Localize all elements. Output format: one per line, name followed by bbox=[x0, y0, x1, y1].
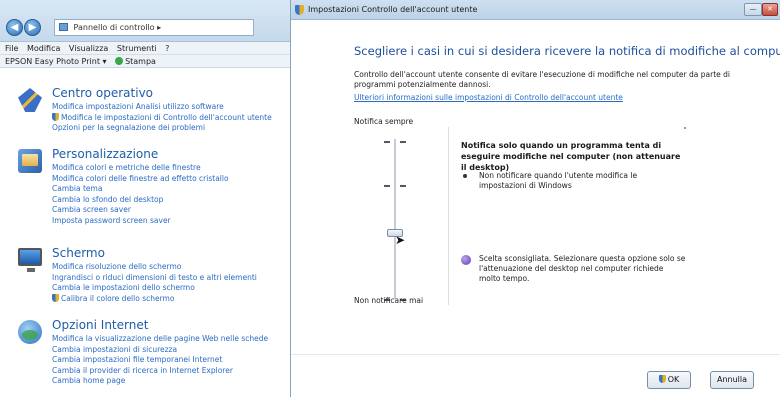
slider-tick bbox=[400, 141, 406, 143]
recommendation-icon bbox=[461, 255, 471, 265]
shield-icon bbox=[658, 375, 666, 383]
category-link[interactable]: Cambia il provider di ricerca in Interne… bbox=[52, 366, 268, 377]
dialog-body: Scegliere i casi in cui si desidera rice… bbox=[291, 20, 780, 397]
category-link[interactable]: Cambia impostazioni di sicurezza bbox=[52, 345, 268, 356]
category-link[interactable]: Modifica impostazioni Analisi utilizzo s… bbox=[52, 102, 272, 113]
control-panel-icon bbox=[59, 23, 68, 31]
slider-tick bbox=[384, 141, 390, 143]
category-link[interactable]: Opzioni per la segnalazione dei problemi bbox=[52, 123, 272, 134]
shield-icon bbox=[52, 112, 59, 121]
monitor-icon bbox=[18, 248, 42, 272]
more-info-link[interactable]: Ulteriori informazioni sulle impostazion… bbox=[354, 93, 623, 102]
menu-bar: File Modifica Visualizza Strumenti ? bbox=[0, 42, 290, 55]
epson-dropdown-icon[interactable]: ▾ bbox=[103, 57, 107, 66]
dialog-heading: Scegliere i casi in cui si desidera rice… bbox=[354, 44, 780, 58]
setting-description-panel: Notifica solo quando un programma tenta … bbox=[448, 127, 690, 305]
address-text: Pannello di controllo bbox=[73, 23, 155, 32]
flag-icon bbox=[18, 88, 42, 112]
footer-divider bbox=[291, 354, 780, 355]
personalization-icon bbox=[18, 149, 42, 173]
cancel-button[interactable]: Annulla bbox=[710, 371, 754, 389]
category-link[interactable]: Cambia tema bbox=[52, 184, 229, 195]
category-link-uac[interactable]: Modifica le impostazioni di Controllo de… bbox=[52, 112, 272, 124]
dialog-title: Impostazioni Controllo dell'account uten… bbox=[308, 5, 478, 14]
category-link[interactable]: Modifica risoluzione dello schermo bbox=[52, 262, 257, 273]
category-link[interactable]: Cambia home page bbox=[52, 376, 268, 387]
print-icon bbox=[115, 57, 124, 65]
slider-tick bbox=[384, 185, 390, 187]
epson-toolbar: EPSON Easy Photo Print ▾ Stampa bbox=[0, 55, 290, 68]
category-link[interactable]: Cambia le impostazioni dello schermo bbox=[52, 283, 257, 294]
epson-easy-photo-print-button[interactable]: EPSON Easy Photo Print bbox=[5, 57, 100, 66]
globe-icon bbox=[18, 320, 42, 344]
category-link[interactable]: Cambia screen saver bbox=[52, 205, 229, 216]
category-link[interactable]: Cambia lo sfondo del desktop bbox=[52, 195, 229, 206]
category-link[interactable]: Modifica la visualizzazione delle pagine… bbox=[52, 334, 268, 345]
ok-button[interactable]: OK bbox=[647, 371, 691, 389]
menu-file[interactable]: File bbox=[5, 44, 18, 53]
bullet-icon bbox=[463, 174, 467, 178]
slider-top-label: Notifica sempre bbox=[354, 117, 414, 126]
control-panel-titlebar: ◀ ▶ Pannello di controllo ▸ bbox=[0, 0, 290, 42]
dialog-titlebar[interactable]: Impostazioni Controllo dell'account uten… bbox=[291, 0, 780, 20]
category-title[interactable]: Centro operativo bbox=[52, 86, 153, 100]
category-title[interactable]: Schermo bbox=[52, 246, 105, 260]
control-panel-window: ◀ ▶ Pannello di controllo ▸ File Modific… bbox=[0, 0, 290, 397]
setting-title: Notifica solo quando un programma tenta … bbox=[461, 141, 681, 172]
menu-help[interactable]: ? bbox=[165, 44, 169, 53]
setting-detail: Non notificare quando l'utente modifica … bbox=[479, 171, 638, 190]
breadcrumb-chevron-icon: ▸ bbox=[157, 23, 162, 32]
dialog-description: Controllo dell'account utente consente d… bbox=[354, 70, 730, 89]
slider-tick bbox=[400, 185, 406, 187]
menu-visualizza[interactable]: Visualizza bbox=[69, 44, 108, 53]
uac-shield-icon bbox=[295, 5, 304, 15]
category-link[interactable]: Modifica colori e metriche delle finestr… bbox=[52, 163, 229, 174]
stampa-button[interactable]: Stampa bbox=[125, 57, 156, 66]
category-link[interactable]: Cambia impostazioni file temporanei Inte… bbox=[52, 355, 268, 366]
category-link[interactable]: Imposta password screen saver bbox=[52, 216, 229, 227]
address-bar[interactable]: Pannello di controllo ▸ bbox=[54, 19, 254, 36]
category-title[interactable]: Opzioni Internet bbox=[52, 318, 148, 332]
close-button[interactable]: ✕ bbox=[762, 3, 778, 16]
mouse-cursor-icon: ➤ bbox=[395, 233, 406, 247]
category-link[interactable]: Ingrandisci o riduci dimensioni di testo… bbox=[52, 273, 257, 284]
category-link[interactable]: Modifica colori delle finestre ad effett… bbox=[52, 174, 229, 185]
menu-strumenti[interactable]: Strumenti bbox=[117, 44, 157, 53]
menu-modifica[interactable]: Modifica bbox=[27, 44, 60, 53]
slider-track[interactable] bbox=[394, 139, 396, 299]
setting-warning: Scelta sconsigliata. Selezionare questa … bbox=[479, 254, 686, 283]
slider-bottom-label: Non notificare mai bbox=[354, 296, 424, 305]
back-arrow-icon[interactable]: ◀ bbox=[6, 19, 23, 36]
calibrate-icon bbox=[52, 293, 59, 302]
minimize-button[interactable]: — bbox=[744, 3, 762, 16]
panel-corner-dot bbox=[684, 127, 686, 129]
category-link-calibra[interactable]: Calibra il colore dello schermo bbox=[52, 293, 257, 305]
category-title[interactable]: Personalizzazione bbox=[52, 147, 158, 161]
uac-settings-dialog: Impostazioni Controllo dell'account uten… bbox=[290, 0, 780, 397]
forward-arrow-icon[interactable]: ▶ bbox=[24, 19, 41, 36]
